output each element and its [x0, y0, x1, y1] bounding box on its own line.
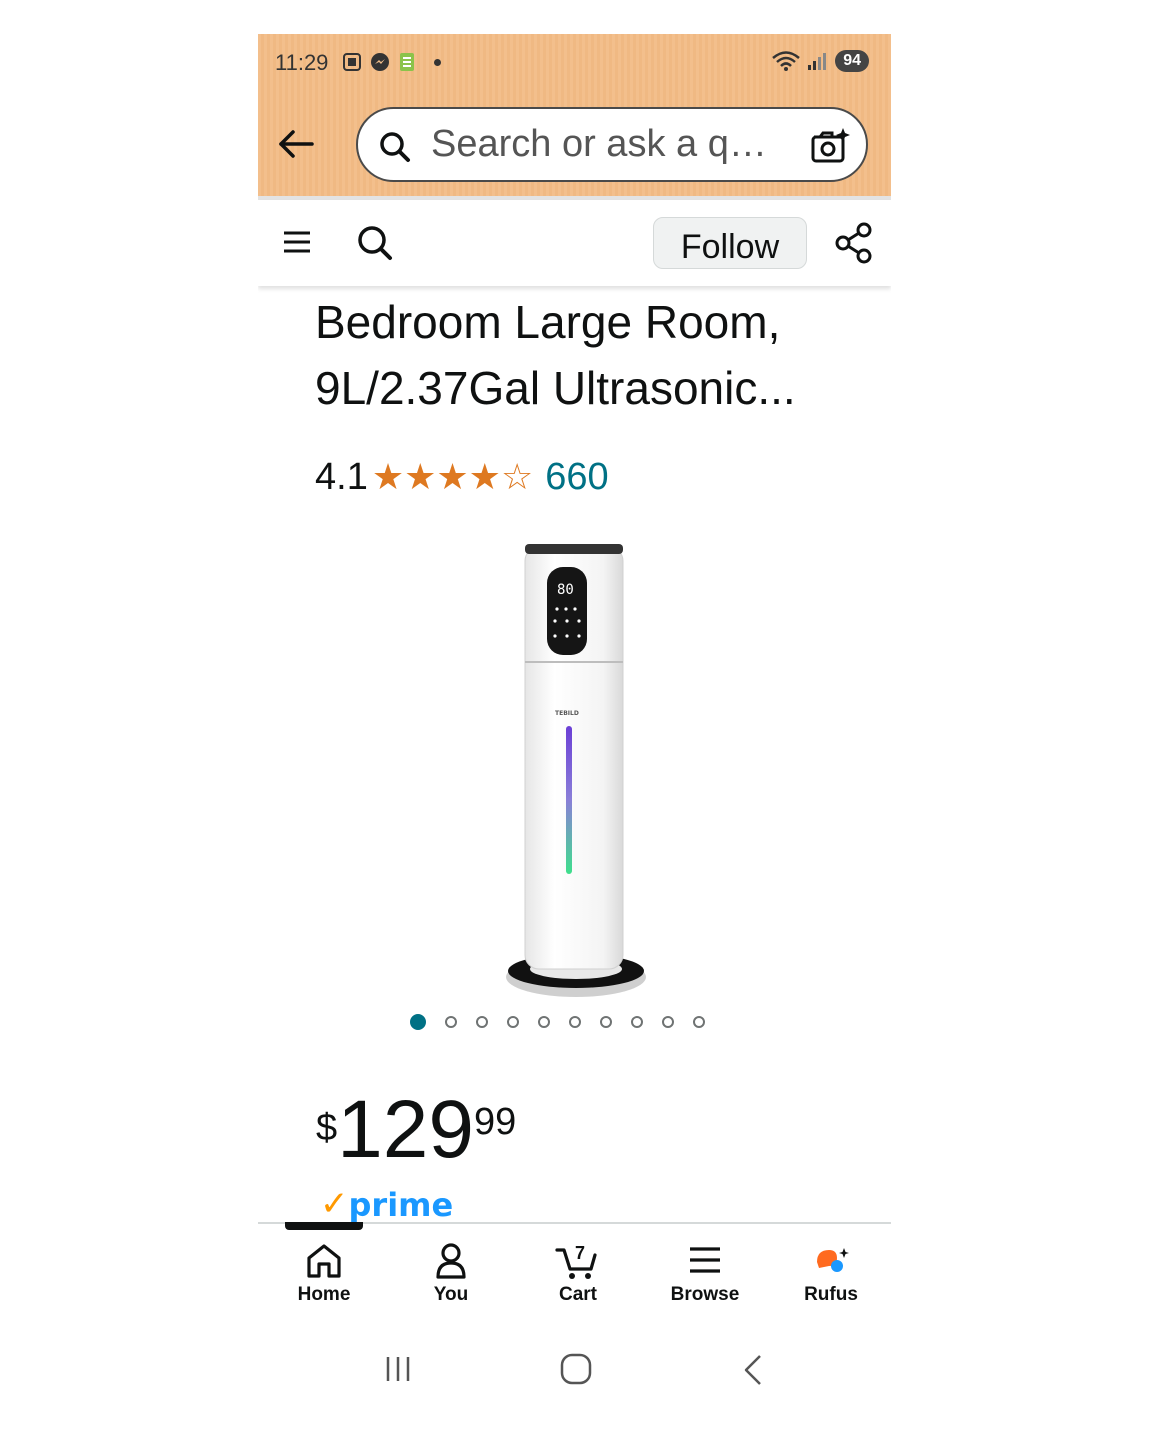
status-bar: 11:29 94: [258, 34, 891, 90]
star-full-icon: ★: [468, 456, 501, 497]
product-title-line-2: 9L/2.37Gal Ultrasonic...: [315, 362, 796, 414]
price: $ 129 99: [316, 1089, 516, 1171]
prime-check-icon: ✓: [320, 1185, 349, 1223]
top-header: 11:29 94 Search or ask a q…: [258, 34, 891, 196]
prime-badge: ✓ prime: [320, 1184, 453, 1224]
nav-rufus[interactable]: Rufus: [771, 1242, 891, 1306]
store-toolbar: Follow: [258, 200, 891, 286]
star-full-icon: ★: [371, 456, 405, 497]
bottom-navigation: Home You 7 Cart Browse Rufus: [258, 1222, 891, 1324]
cart-icon: 7: [555, 1243, 597, 1279]
nav-browse[interactable]: Browse: [645, 1242, 765, 1306]
signal-icon: [808, 53, 827, 70]
product-image[interactable]: 80 TEBILD: [498, 539, 658, 1004]
pagination-dot-active[interactable]: [410, 1014, 426, 1030]
hamburger-menu-icon[interactable]: [282, 229, 312, 255]
rating-stars: ★ ★ ★ ★ ☆: [372, 459, 533, 495]
search-icon: [380, 132, 410, 162]
pagination-dot[interactable]: [600, 1016, 612, 1028]
image-pagination: [410, 1014, 705, 1030]
search-placeholder: Search or ask a q…: [431, 123, 767, 165]
nav-you[interactable]: You: [391, 1242, 511, 1306]
active-tab-indicator: [285, 1222, 363, 1230]
nav-home-label: Home: [297, 1284, 351, 1305]
share-icon[interactable]: [834, 222, 874, 264]
star-full-icon: ★: [404, 456, 437, 497]
system-back-icon[interactable]: [742, 1354, 764, 1386]
status-notification-icons: [342, 52, 416, 72]
rufus-icon: [817, 1248, 849, 1272]
prime-label: prime: [348, 1186, 454, 1224]
notes-icon: [400, 53, 414, 71]
nav-rufus-label: Rufus: [804, 1284, 858, 1305]
battery-indicator: 94: [835, 50, 869, 72]
pagination-dot[interactable]: [693, 1016, 705, 1028]
brand-label: TEBILD: [555, 710, 579, 717]
product-title-line-1: Bedroom Large Room,: [315, 296, 781, 348]
cart-count: 7: [575, 1243, 585, 1263]
nav-you-label: You: [433, 1284, 469, 1305]
camera-lens-icon[interactable]: [810, 127, 850, 165]
pagination-dot[interactable]: [631, 1016, 643, 1028]
pagination-dot[interactable]: [538, 1016, 550, 1028]
wifi-icon: [772, 51, 801, 71]
price-fraction: 99: [473, 1101, 517, 1143]
pagination-dot[interactable]: [569, 1016, 581, 1028]
phone-screen: 11:29 94 Search or ask a q… Follow Bedro…: [258, 34, 891, 1440]
system-home-icon[interactable]: [560, 1353, 592, 1385]
nav-browse-label: Browse: [670, 1284, 740, 1305]
pagination-dot[interactable]: [476, 1016, 488, 1028]
pagination-dot[interactable]: [507, 1016, 519, 1028]
home-icon: [307, 1244, 341, 1278]
system-navigation-bar: [258, 1322, 891, 1440]
menu-icon: [690, 1247, 720, 1273]
status-more-dot: [434, 59, 441, 66]
nav-cart[interactable]: 7 Cart: [518, 1242, 638, 1306]
nav-cart-label: Cart: [558, 1284, 597, 1305]
display-readout: 80: [557, 582, 574, 598]
messenger-icon: [371, 53, 389, 71]
pagination-dot[interactable]: [445, 1016, 457, 1028]
product-title: Bedroom Large Room, 9L/2.37Gal Ultrasoni…: [315, 289, 875, 421]
store-search-icon[interactable]: [356, 224, 394, 262]
rating-row[interactable]: 4.1 ★ ★ ★ ★ ☆ 660: [315, 452, 609, 502]
recent-apps-icon[interactable]: [384, 1355, 414, 1383]
search-input[interactable]: Search or ask a q…: [356, 107, 868, 182]
star-full-icon: ★: [436, 456, 469, 497]
rating-value: 4.1: [315, 455, 368, 498]
status-right-icons: 94: [771, 50, 869, 72]
pagination-dot[interactable]: [662, 1016, 674, 1028]
status-time: 11:29: [275, 50, 329, 75]
price-whole: 129: [337, 1084, 474, 1175]
price-currency: $: [316, 1107, 338, 1149]
nav-home[interactable]: Home: [264, 1242, 384, 1306]
screenshot-icon: [343, 53, 361, 71]
star-empty-icon: ☆: [500, 456, 534, 497]
review-count-link[interactable]: 660: [545, 456, 608, 499]
follow-button[interactable]: Follow: [653, 217, 807, 269]
back-arrow-icon[interactable]: [276, 124, 316, 164]
person-icon: [436, 1243, 466, 1279]
